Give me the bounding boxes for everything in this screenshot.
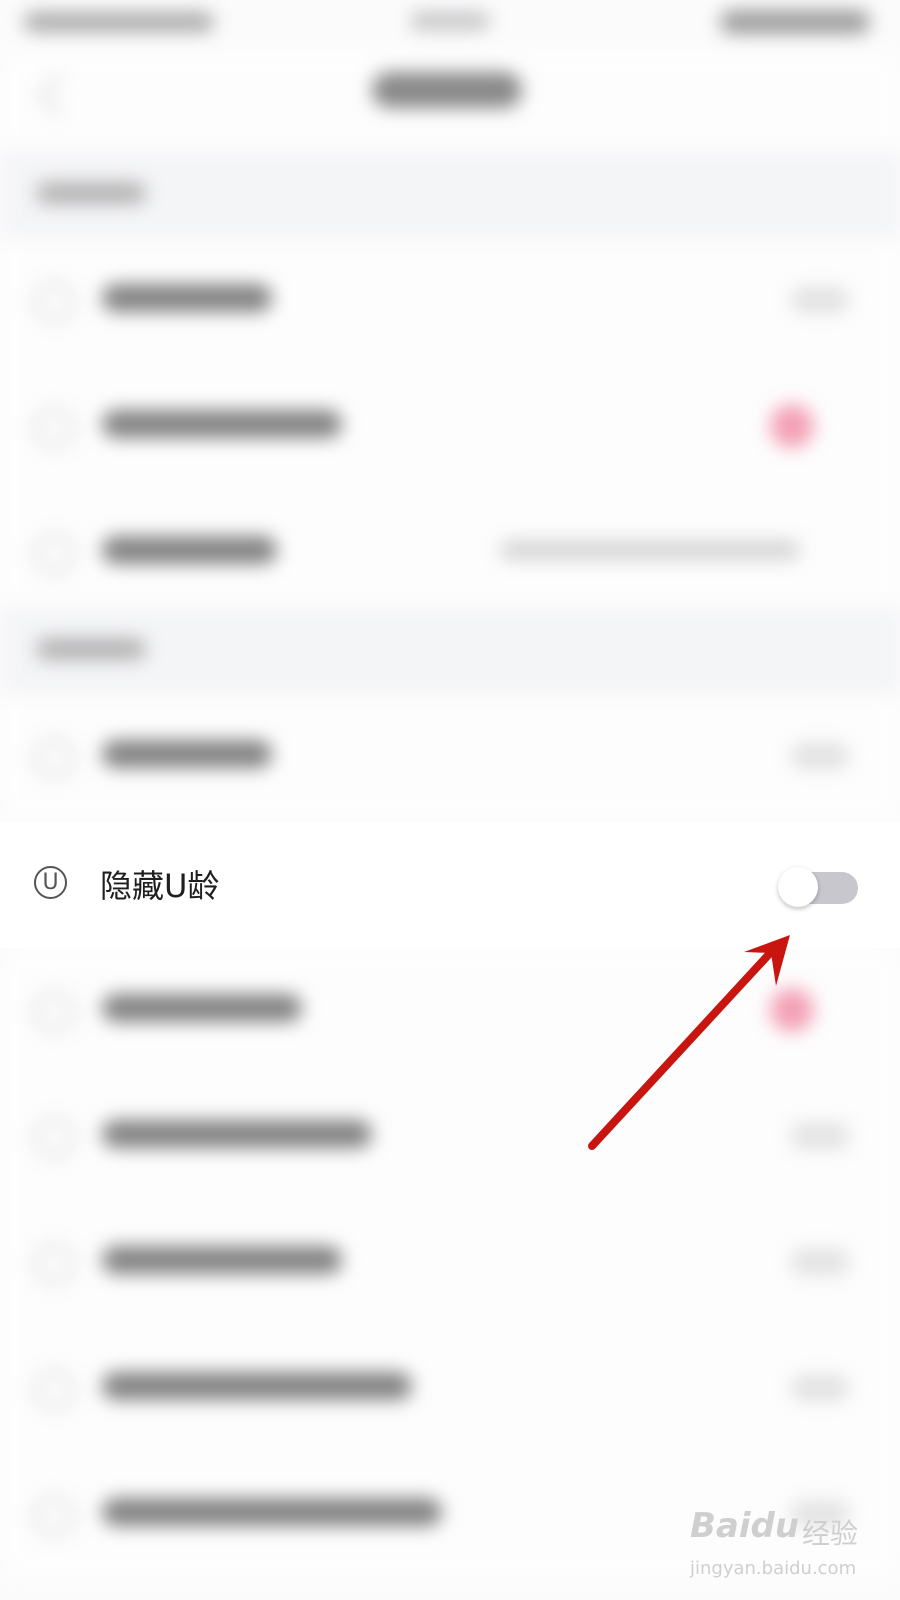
row-toggle[interactable] <box>790 1122 850 1150</box>
hide-u-age-toggle[interactable] <box>778 867 858 907</box>
status-time <box>24 12 214 32</box>
navigation-bar <box>0 50 900 160</box>
row-label <box>102 740 272 768</box>
u-age-icon: U <box>34 866 67 899</box>
row-value <box>500 540 800 560</box>
annotation-arrow-icon <box>588 935 790 1150</box>
row-icon <box>34 1496 74 1536</box>
row-icon <box>34 992 74 1032</box>
row-toggle-on[interactable] <box>770 988 814 1032</box>
row-icon <box>34 408 74 448</box>
baidu-logo-text: Baidu <box>690 1506 800 1546</box>
status-bar <box>0 0 900 50</box>
settings-row-1[interactable] <box>0 238 900 364</box>
settings-row-6[interactable] <box>0 948 900 1074</box>
toggle-knob[interactable] <box>778 867 818 907</box>
section-header-2 <box>0 606 900 694</box>
row-icon <box>34 1118 74 1158</box>
status-center <box>410 12 490 30</box>
row-label <box>102 1498 442 1526</box>
row-icon <box>34 282 74 322</box>
hide-u-age-row[interactable]: U 隐藏U龄 <box>0 822 900 948</box>
row-label <box>102 410 342 438</box>
settings-row-7[interactable] <box>0 1074 900 1200</box>
row-label <box>102 1246 342 1274</box>
baidu-watermark: Baidu 经验 jingyan.baidu.com <box>690 1506 870 1586</box>
row-label <box>102 284 272 312</box>
settings-row-8[interactable] <box>0 1200 900 1326</box>
row-icon <box>34 1370 74 1410</box>
hide-u-age-label: 隐藏U龄 <box>100 867 220 905</box>
row-label <box>102 536 277 564</box>
settings-row-9[interactable] <box>0 1326 900 1452</box>
settings-row-2[interactable] <box>0 364 900 490</box>
row-label <box>102 1120 372 1148</box>
baidu-jingyan-text: 经验 <box>802 1517 859 1550</box>
section-header-1 <box>0 150 900 238</box>
row-toggle[interactable] <box>790 1248 850 1276</box>
blurred-background <box>0 0 900 1600</box>
row-icon <box>34 1244 74 1284</box>
watermark-url: jingyan.baidu.com <box>690 1558 857 1579</box>
row-label <box>102 994 302 1022</box>
row-toggle-on[interactable] <box>770 404 814 448</box>
settings-row-3[interactable] <box>0 490 900 616</box>
settings-row-4[interactable] <box>0 694 900 820</box>
battery-icon <box>720 10 870 34</box>
row-toggle[interactable] <box>790 742 850 770</box>
back-icon[interactable] <box>37 73 81 117</box>
row-label <box>102 1372 412 1400</box>
row-toggle[interactable] <box>790 1374 850 1402</box>
row-toggle[interactable] <box>790 286 850 314</box>
page-title <box>372 72 522 108</box>
row-icon <box>34 738 74 778</box>
row-icon <box>34 534 74 574</box>
